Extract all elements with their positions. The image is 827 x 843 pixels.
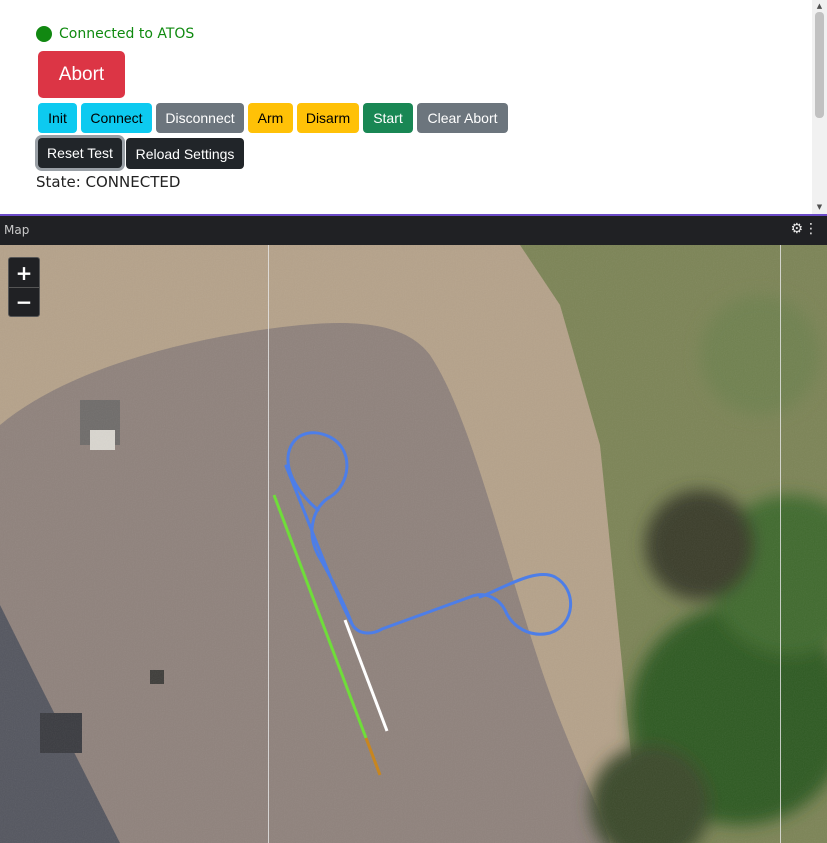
- scroll-down-arrow-icon[interactable]: ▼: [815, 203, 824, 212]
- kebab-menu-icon[interactable]: ⋮: [804, 221, 818, 237]
- map-texture: [0, 245, 827, 843]
- start-button[interactable]: Start: [363, 103, 413, 133]
- scroll-up-arrow-icon[interactable]: ▲: [815, 2, 824, 11]
- vertical-scrollbar[interactable]: ▲ ▼: [812, 0, 827, 214]
- reload-settings-button[interactable]: Reload Settings: [126, 138, 244, 169]
- zoom-out-button[interactable]: −: [8, 287, 40, 317]
- connect-button[interactable]: Connect: [81, 103, 152, 133]
- satellite-map: [0, 245, 827, 843]
- clear-abort-button[interactable]: Clear Abort: [417, 103, 508, 133]
- connection-status: Connected to ATOS: [36, 24, 194, 44]
- zoom-in-button[interactable]: +: [8, 257, 40, 287]
- disconnect-button[interactable]: Disconnect: [156, 103, 244, 133]
- disarm-button[interactable]: Disarm: [297, 103, 359, 133]
- init-button[interactable]: Init: [38, 103, 77, 133]
- scrollbar-thumb[interactable]: [815, 12, 824, 118]
- map-view[interactable]: + −: [0, 245, 827, 843]
- map-panel-header: Map ⚙ ⋮: [0, 216, 827, 245]
- connection-indicator-icon: [36, 26, 52, 42]
- panel-title: Map: [4, 223, 30, 237]
- abort-button[interactable]: Abort: [38, 51, 125, 98]
- reset-test-button[interactable]: Reset Test: [38, 138, 122, 168]
- gear-icon[interactable]: ⚙: [790, 221, 803, 237]
- arm-button[interactable]: Arm: [248, 103, 293, 133]
- state-label: State: CONNECTED: [36, 173, 181, 191]
- control-panel: Connected to ATOS Abort Init Connect Dis…: [0, 0, 827, 214]
- connection-status-text: Connected to ATOS: [59, 26, 195, 42]
